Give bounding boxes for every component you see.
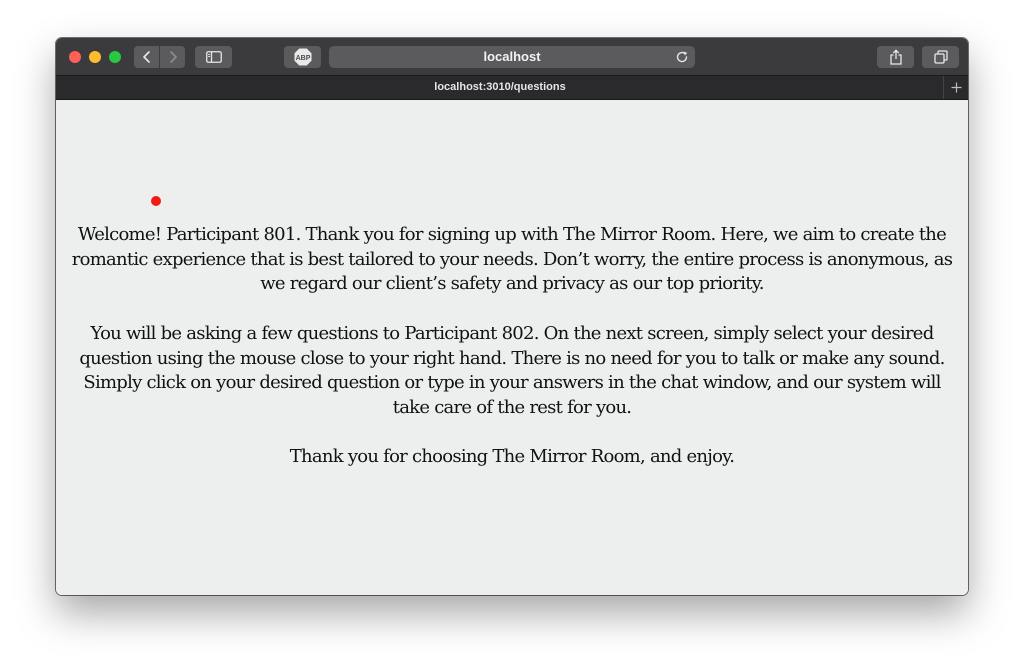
browser-toolbar: ABP localhost bbox=[56, 38, 968, 75]
chevron-left-icon bbox=[142, 51, 150, 63]
close-window-button[interactable] bbox=[69, 51, 81, 63]
new-tab-button[interactable] bbox=[943, 76, 968, 99]
plus-icon bbox=[951, 82, 961, 93]
reload-icon[interactable] bbox=[675, 50, 689, 64]
sidebar-toggle-button[interactable] bbox=[195, 46, 232, 68]
closing-paragraph: Thank you for choosing The Mirror Room, … bbox=[289, 446, 735, 468]
tab-bar: localhost:3010/questions bbox=[56, 75, 968, 100]
tabs-icon bbox=[933, 50, 948, 64]
page-content: Welcome! Participant 801. Thank you for … bbox=[56, 100, 968, 595]
navigation-buttons bbox=[134, 46, 185, 68]
sidebar-icon bbox=[205, 51, 222, 63]
tab-overview-button[interactable] bbox=[922, 46, 959, 68]
share-button[interactable] bbox=[877, 46, 914, 68]
red-dot-marker bbox=[151, 196, 161, 206]
instructions-paragraph: You will be asking a few questions to Pa… bbox=[79, 322, 945, 418]
share-icon bbox=[889, 49, 902, 65]
welcome-paragraph: Welcome! Participant 801. Thank you for … bbox=[71, 224, 953, 295]
welcome-message: Welcome! Participant 801. Thank you for … bbox=[64, 223, 960, 495]
adblock-button[interactable]: ABP bbox=[284, 46, 321, 68]
active-tab[interactable]: localhost:3010/questions bbox=[56, 76, 944, 99]
adblock-label: ABP bbox=[295, 55, 310, 62]
address-bar-text: localhost bbox=[483, 49, 541, 64]
address-bar[interactable]: localhost bbox=[329, 46, 695, 68]
forward-button[interactable] bbox=[160, 46, 185, 68]
adblock-icon: ABP bbox=[294, 48, 311, 66]
browser-window: ABP localhost localhost:3010/questions W… bbox=[56, 38, 968, 595]
minimize-window-button[interactable] bbox=[89, 51, 101, 63]
maximize-window-button[interactable] bbox=[109, 51, 121, 63]
chevron-right-icon bbox=[169, 51, 177, 63]
back-button[interactable] bbox=[134, 46, 159, 68]
